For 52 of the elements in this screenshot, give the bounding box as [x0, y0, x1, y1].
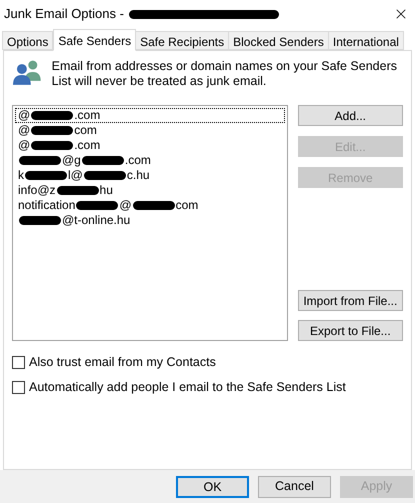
list-item[interactable]: @ .com: [15, 108, 285, 123]
sender-text: @: [18, 108, 30, 122]
sender-text: @: [119, 198, 132, 212]
dialog-button[interactable]: Export to File...: [298, 320, 403, 341]
redaction-scribble: [19, 216, 61, 226]
sender-text: .com: [74, 108, 100, 122]
list-item[interactable]: @t-online.hu: [15, 213, 285, 228]
redaction-scribble: [82, 156, 124, 166]
dialog-button[interactable]: Add...: [298, 105, 403, 126]
sender-text: com: [176, 198, 198, 212]
redaction-scribble: [132, 201, 175, 210]
sender-text: com: [74, 123, 97, 137]
sender-text: @: [18, 138, 30, 152]
sender-text: notification: [18, 198, 76, 212]
checkbox[interactable]: [12, 356, 25, 369]
checkbox-label: Automatically add people I email to the Safe Senders List: [29, 378, 346, 396]
redaction-scribble: [76, 201, 118, 210]
list-item[interactable]: @g .com: [15, 153, 285, 168]
tab[interactable]: Safe Senders: [53, 29, 136, 51]
tab[interactable]: Blocked Senders: [228, 31, 329, 50]
window-title: Junk Email Options -: [4, 4, 280, 24]
redaction-scribble: [84, 171, 126, 180]
list-item[interactable]: k l@ c.hu: [15, 168, 285, 183]
checkbox[interactable]: [12, 380, 25, 394]
list-item[interactable]: @ com: [15, 123, 285, 138]
sender-text: c.hu: [126, 168, 150, 182]
tab[interactable]: Options: [2, 31, 54, 50]
sender-text: l@: [68, 168, 83, 182]
redaction-scribble: [19, 156, 61, 166]
sender-text: @: [18, 123, 30, 137]
list-item[interactable]: @ .com: [15, 138, 285, 153]
redaction-scribble: [25, 171, 67, 180]
dialog-button[interactable]: Import from File...: [298, 290, 403, 311]
sender-text: @t-online.hu: [62, 213, 130, 227]
sender-text: @g: [62, 153, 81, 167]
redaction-scribble: [31, 126, 74, 136]
sender-text: info@z: [18, 183, 56, 197]
list-item[interactable]: info@z hu: [15, 183, 285, 198]
sender-text: hu: [100, 183, 113, 197]
checkbox-label: Also trust email from my Contacts: [29, 354, 216, 371]
sender-text: .com: [124, 153, 151, 167]
redaction-scribble: [31, 111, 74, 120]
tab[interactable]: Safe Recipients: [135, 31, 230, 50]
list-item[interactable]: notification @ com: [15, 198, 285, 213]
dialog-button[interactable]: Cancel: [258, 476, 331, 498]
redaction-scribble: [56, 186, 99, 196]
sender-text: .com: [74, 138, 100, 152]
tab[interactable]: International: [328, 31, 404, 50]
dialog-button[interactable]: OK: [176, 476, 249, 498]
info-text: Email from addresses or domain names on your Safe Senders List will never be treated as junk email.: [52, 59, 398, 89]
sender-text: k: [18, 168, 24, 182]
redaction-scribble: [31, 141, 74, 150]
